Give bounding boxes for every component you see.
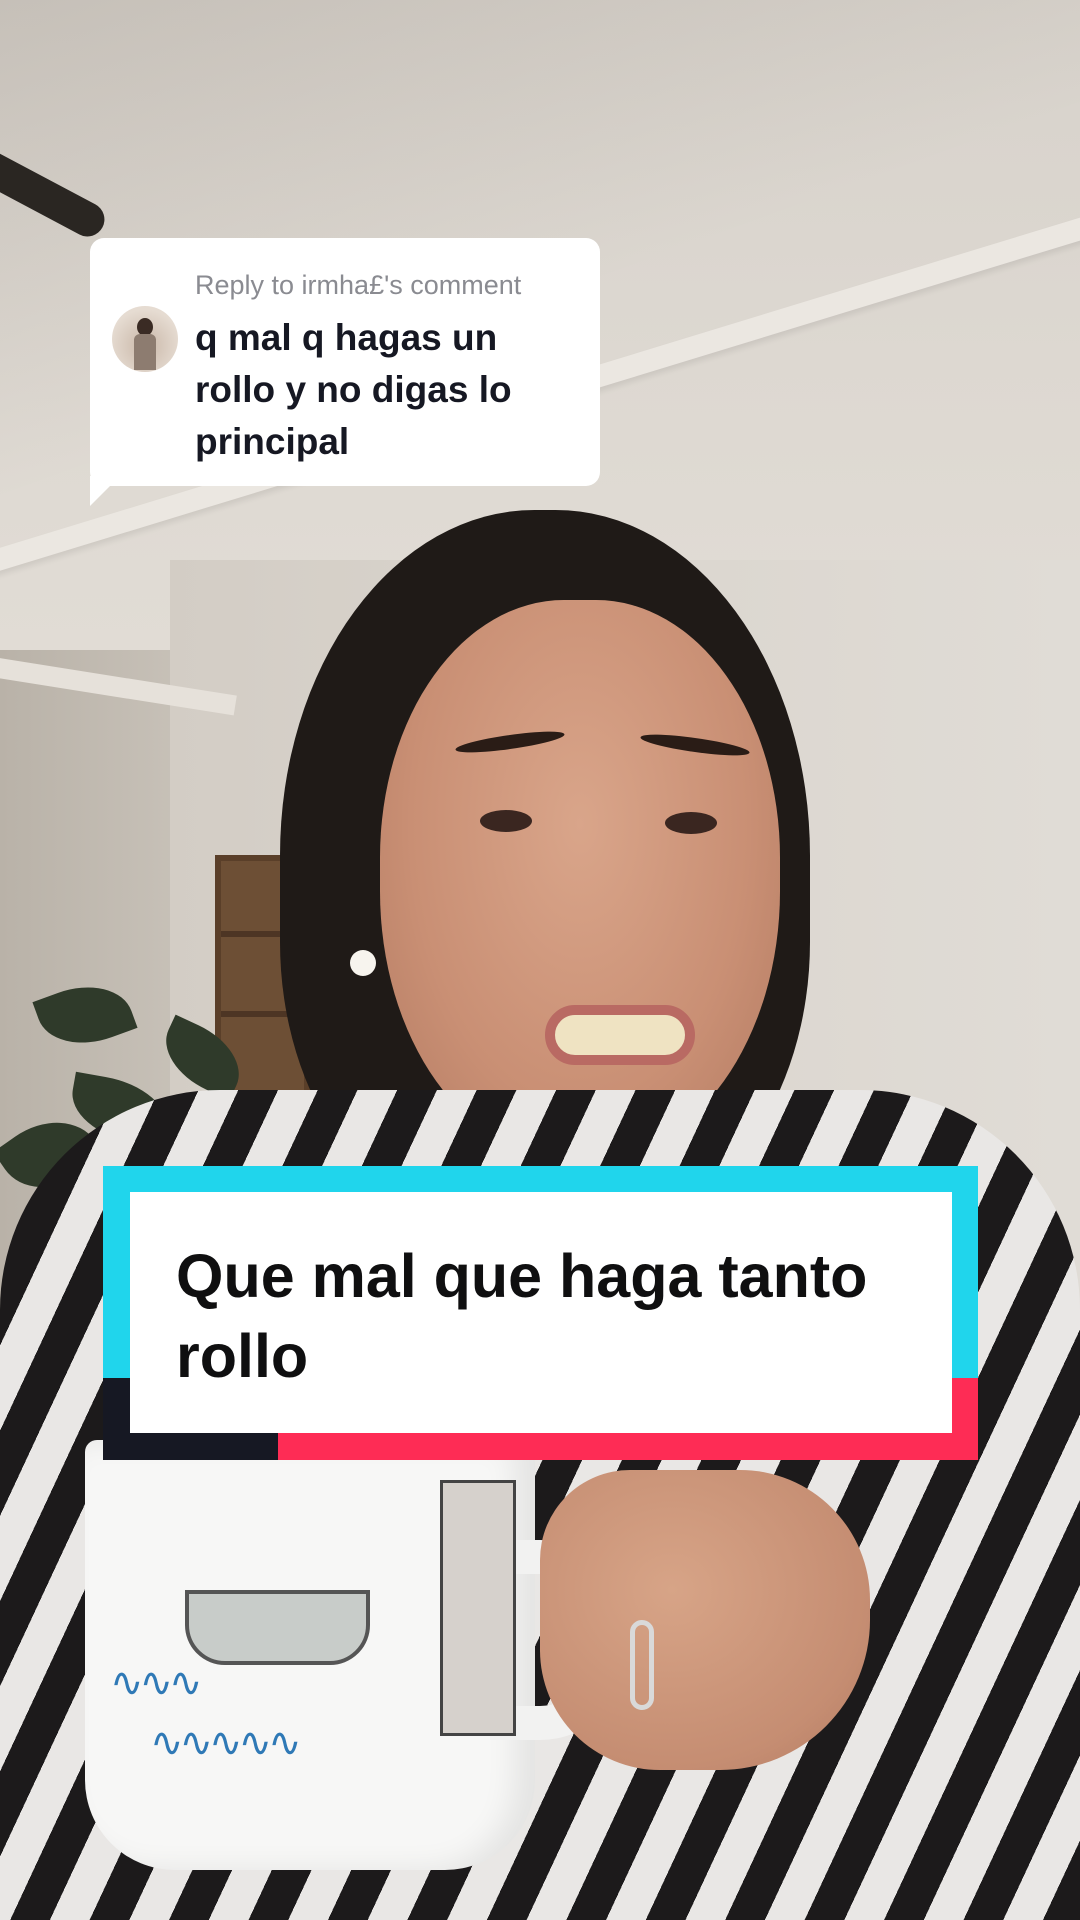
reply-comment-text: q mal q hagas un rollo y no digas lo pri… — [195, 317, 512, 462]
mouth — [545, 1005, 695, 1065]
hand — [540, 1470, 870, 1770]
person-face — [380, 600, 780, 1160]
mug-house-drawing — [440, 1480, 516, 1736]
caption-box: Que mal que haga tanto rollo — [130, 1192, 952, 1433]
ring — [630, 1620, 654, 1710]
eye — [665, 812, 717, 834]
caption-text: Que mal que haga tanto rollo — [176, 1242, 868, 1390]
wave-icon: ∿∿∿ — [110, 1660, 203, 1706]
speech-bubble-tail — [90, 476, 120, 506]
mug-boat-drawing — [185, 1590, 370, 1665]
video-frame[interactable]: ∿∿∿ ∿∿∿∿∿ Reply to irmha£'s comment q ma… — [0, 0, 1080, 1920]
pearl-earring — [350, 950, 376, 976]
wave-icon: ∿∿∿∿∿ — [150, 1720, 302, 1766]
commenter-avatar[interactable] — [112, 306, 178, 372]
reply-header: Reply to irmha£'s comment — [195, 270, 522, 300]
caption-banner: Que mal que haga tanto rollo — [103, 1166, 978, 1460]
reply-comment-sticker[interactable]: Reply to irmha£'s comment q mal q hagas … — [90, 238, 600, 486]
eye — [480, 810, 532, 832]
